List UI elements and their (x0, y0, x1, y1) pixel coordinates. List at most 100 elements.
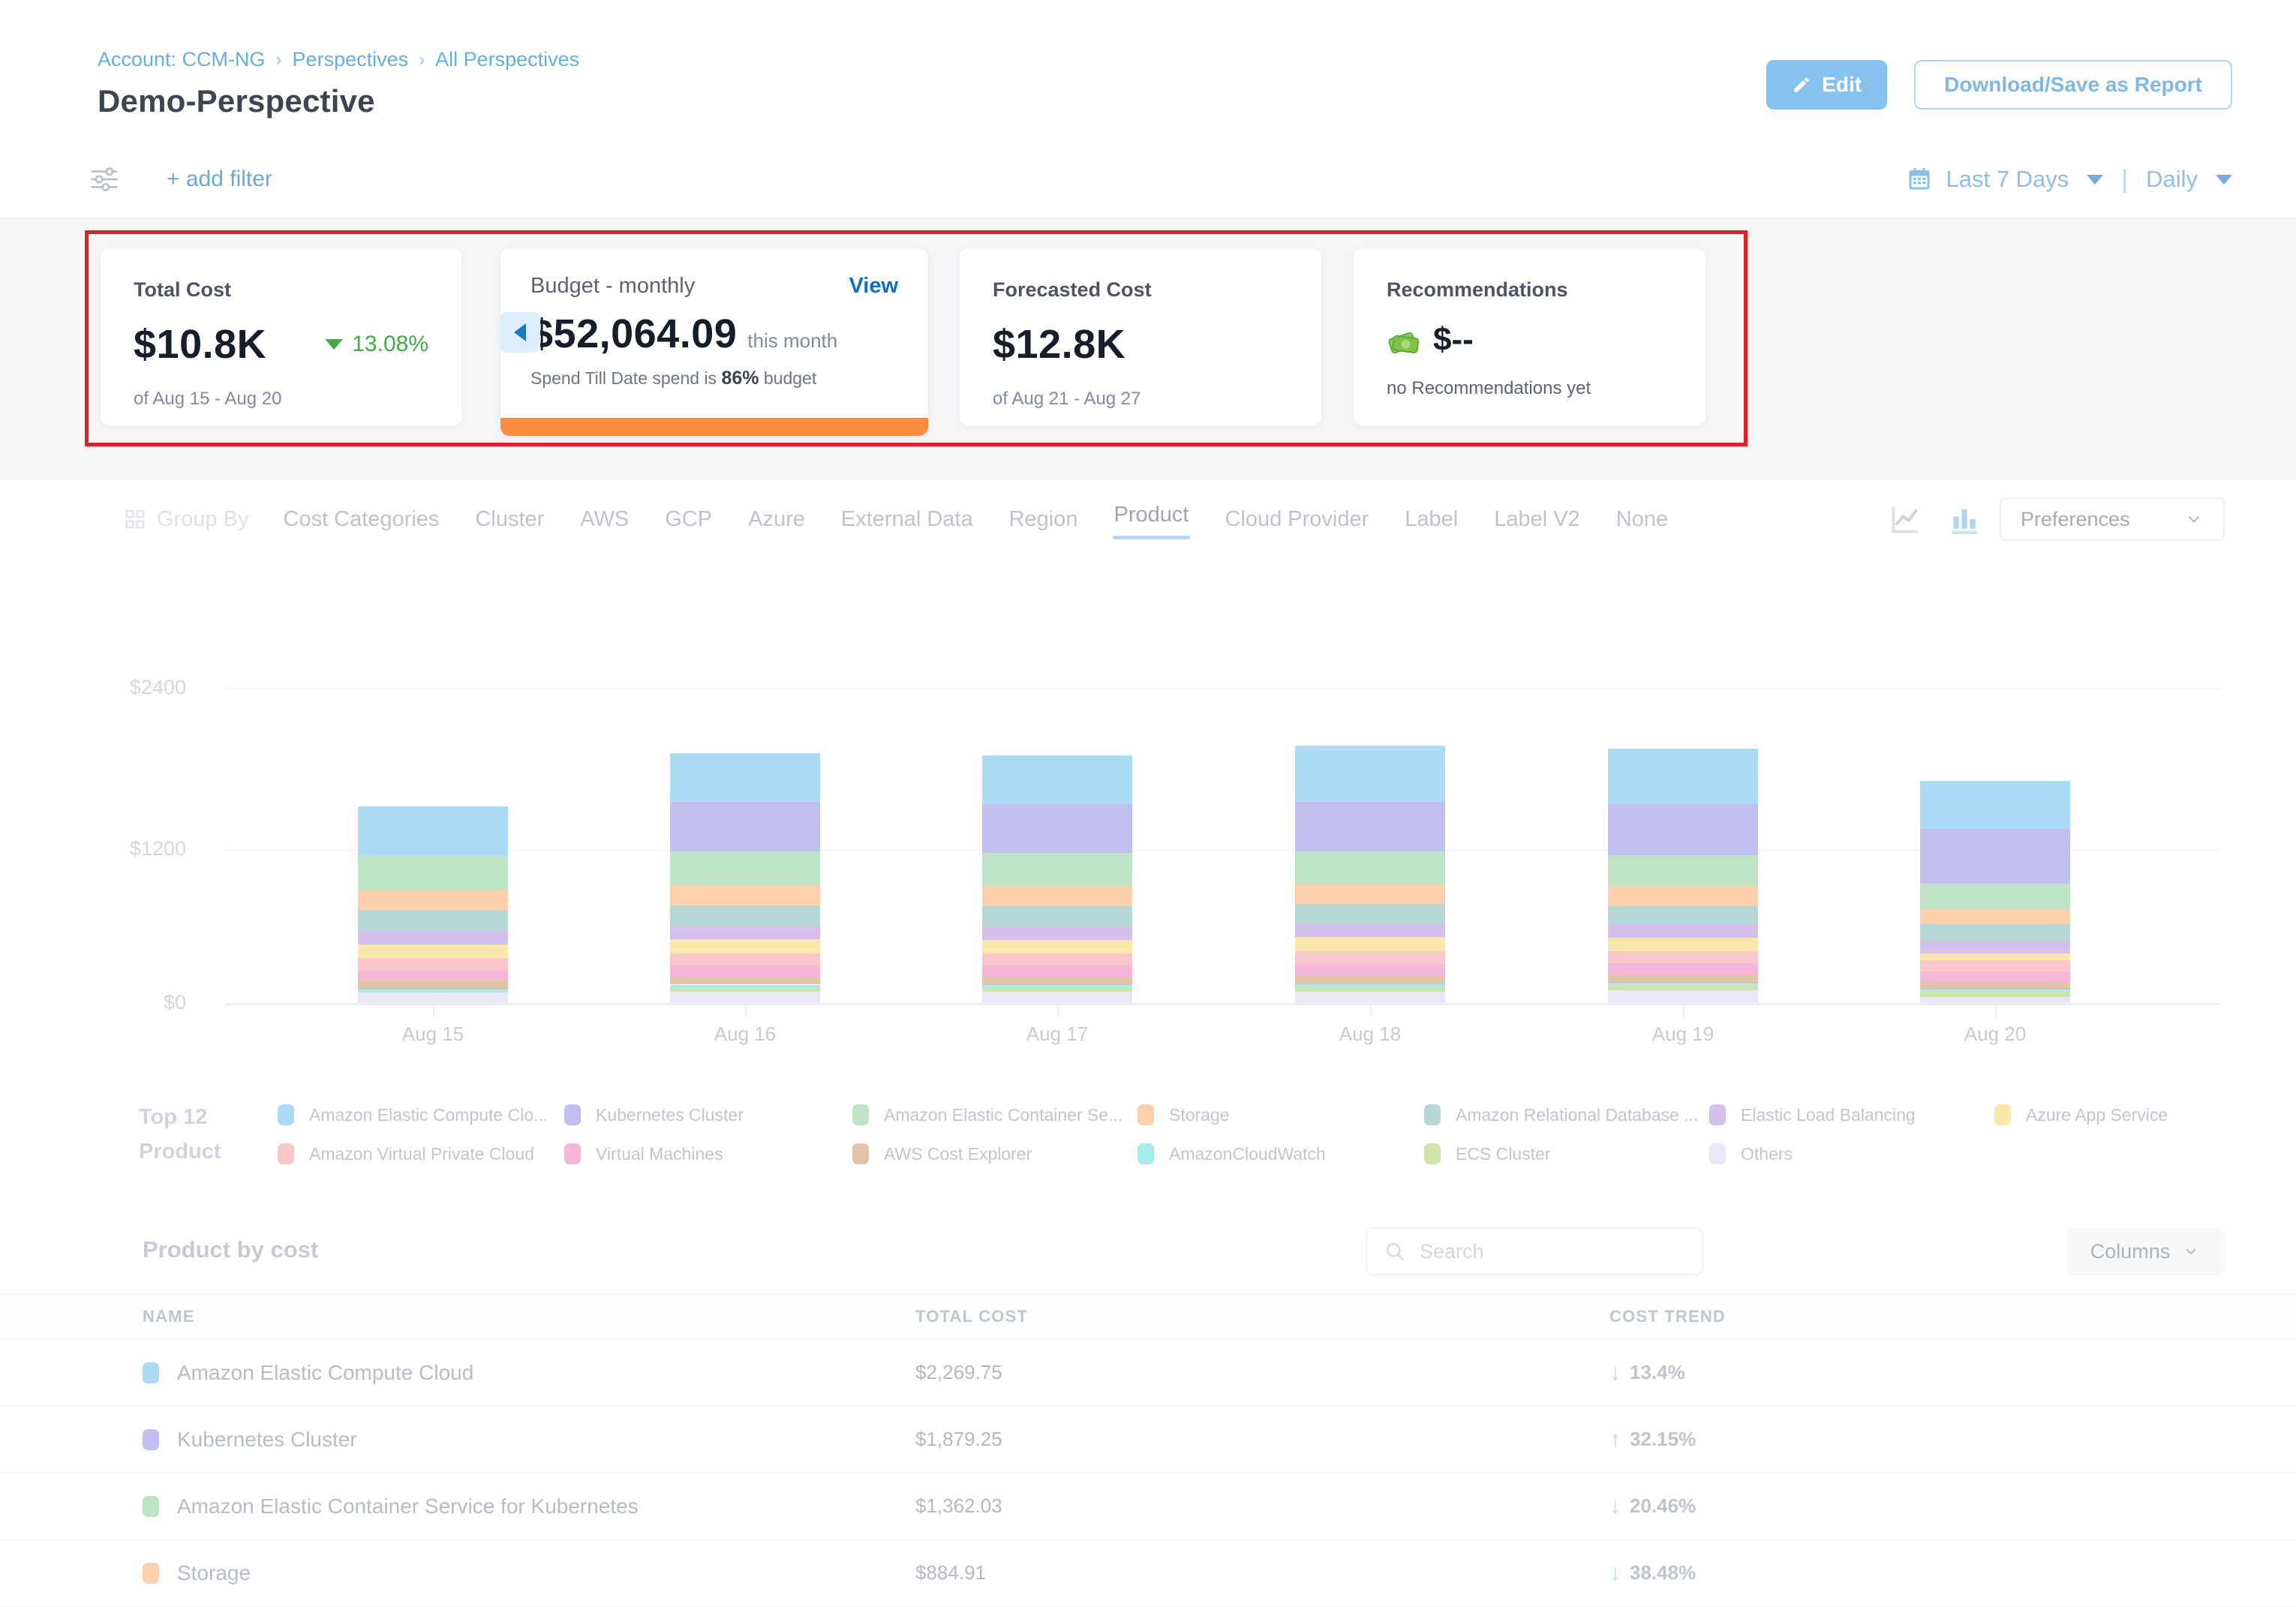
bar-segment[interactable] (1920, 982, 2070, 990)
bar-segment[interactable] (1920, 884, 2070, 909)
bar-segment[interactable] (670, 802, 820, 852)
column-header-total-cost[interactable]: TOTAL COST (915, 1307, 1609, 1326)
bar-segment[interactable] (982, 954, 1132, 966)
collapse-toggle-button[interactable] (500, 312, 540, 353)
bar-segment[interactable] (1295, 987, 1445, 992)
column-header-name[interactable]: NAME (143, 1307, 915, 1326)
legend-item[interactable]: Amazon Relational Database ... (1424, 1104, 1698, 1125)
filter-sliders-icon[interactable] (89, 165, 120, 194)
legend-item[interactable]: AmazonCloudWatch (1137, 1143, 1326, 1164)
bar-segment[interactable] (358, 980, 508, 990)
bar-segment[interactable] (1920, 972, 2070, 982)
legend-item[interactable]: Amazon Elastic Container Se... (852, 1104, 1122, 1125)
bar-segment[interactable] (982, 985, 1132, 988)
bar-segment[interactable] (1608, 963, 1758, 975)
legend-item[interactable]: Virtual Machines (564, 1143, 723, 1164)
bar-segment[interactable] (982, 755, 1132, 804)
bar-segment[interactable] (982, 940, 1132, 954)
bar-segment[interactable] (358, 930, 508, 945)
tab-cluster[interactable]: Cluster (473, 500, 545, 539)
bar-segment[interactable] (1608, 749, 1758, 804)
tab-region[interactable]: Region (1008, 500, 1080, 539)
bar-segment[interactable] (1920, 829, 2070, 884)
bar-chart-icon[interactable] (1948, 503, 1981, 536)
table-row[interactable]: Storage$884.91↓38.48% (0, 1540, 2296, 1607)
bar-segment[interactable] (670, 885, 820, 906)
legend-item[interactable]: Elastic Load Balancing (1709, 1104, 1916, 1125)
bar-segment[interactable] (1295, 852, 1445, 884)
breadcrumb-account[interactable]: Account: CCM-NG (98, 48, 266, 71)
bar-segment[interactable] (358, 970, 508, 981)
tab-azure[interactable]: Azure (747, 500, 807, 539)
bar-segment[interactable] (1295, 975, 1445, 984)
bar-segment[interactable] (1608, 951, 1758, 964)
bar-segment[interactable] (982, 886, 1132, 906)
bar-segment[interactable] (1920, 909, 2070, 924)
bar-segment[interactable] (1295, 924, 1445, 938)
bar-segment[interactable] (982, 966, 1132, 977)
tab-cost-categories[interactable]: Cost Categories (282, 500, 441, 539)
preferences-dropdown[interactable]: Preferences (2000, 497, 2225, 541)
granularity-dropdown[interactable]: Daily (2146, 166, 2198, 193)
bar-segment[interactable] (1608, 886, 1758, 906)
bar-segment[interactable] (1920, 960, 2070, 972)
legend-item[interactable]: Storage (1137, 1104, 1230, 1125)
bar-segment[interactable] (982, 906, 1132, 927)
bar-segment[interactable] (358, 990, 508, 993)
bar-segment[interactable] (358, 910, 508, 930)
bar-segment[interactable] (1608, 990, 1758, 1003)
legend-item[interactable]: Others (1709, 1143, 1793, 1164)
bar-segment[interactable] (1295, 937, 1445, 951)
column-header-cost-trend[interactable]: COST TREND (1609, 1307, 2296, 1326)
bar-segment[interactable] (982, 804, 1132, 854)
legend-item[interactable]: ECS Cluster (1424, 1143, 1551, 1164)
tab-cloud-provider[interactable]: Cloud Provider (1223, 500, 1370, 539)
tab-external-data[interactable]: External Data (840, 500, 975, 539)
bar-segment[interactable] (670, 992, 820, 1003)
bar-segment[interactable] (670, 954, 820, 966)
tab-label-v2[interactable]: Label V2 (1492, 500, 1582, 539)
columns-dropdown[interactable]: Columns (2066, 1227, 2225, 1275)
bar-segment[interactable] (1608, 984, 1758, 987)
bar-segment[interactable] (1920, 781, 2070, 829)
bar-segment[interactable] (1608, 975, 1758, 984)
legend-item[interactable]: Kubernetes Cluster (564, 1104, 744, 1125)
breadcrumb-perspectives[interactable]: Perspectives (293, 48, 409, 71)
bar-segment[interactable] (1920, 990, 2070, 992)
bar-segment[interactable] (1608, 855, 1758, 886)
tab-gcp[interactable]: GCP (663, 500, 714, 539)
bar-segment[interactable] (1295, 746, 1445, 802)
edit-button[interactable]: Edit (1766, 60, 1887, 110)
tab-product[interactable]: Product (1113, 495, 1191, 535)
bar-segment[interactable] (982, 988, 1132, 992)
bar-segment[interactable] (1920, 941, 2070, 954)
bar-segment[interactable] (1608, 986, 1758, 990)
bar-segment[interactable] (982, 977, 1132, 985)
bar-segment[interactable] (1920, 954, 2070, 960)
bar-segment[interactable] (358, 856, 508, 890)
bar-segment[interactable] (982, 927, 1132, 940)
tab-label[interactable]: Label (1403, 500, 1459, 539)
line-chart-icon[interactable] (1889, 503, 1922, 536)
bar-segment[interactable] (1295, 984, 1445, 987)
bar-segment[interactable] (358, 993, 508, 1003)
bar-segment[interactable] (358, 945, 508, 959)
bar-segment[interactable] (670, 966, 820, 977)
bar-segment[interactable] (982, 853, 1132, 886)
bar-segment[interactable] (1608, 938, 1758, 951)
bar-segment[interactable] (1295, 951, 1445, 964)
legend-item[interactable]: AWS Cost Explorer (852, 1143, 1032, 1164)
legend-item[interactable]: Amazon Elastic Compute Clo... (278, 1104, 548, 1125)
bar-segment[interactable] (982, 992, 1132, 1003)
tab-aws[interactable]: AWS (579, 500, 630, 539)
legend-item[interactable]: Azure App Service (1994, 1104, 2168, 1125)
bar-segment[interactable] (1295, 964, 1445, 975)
table-row[interactable]: Kubernetes Cluster$1,879.25↑32.15% (0, 1407, 2296, 1473)
search-input[interactable] (1418, 1239, 1685, 1264)
bar-segment[interactable] (1608, 924, 1758, 938)
download-save-report-button[interactable]: Download/Save as Report (1914, 60, 2232, 110)
bar-segment[interactable] (1295, 992, 1445, 1003)
bar-segment[interactable] (1295, 802, 1445, 852)
bar-segment[interactable] (1920, 992, 2070, 997)
legend-item[interactable]: Amazon Virtual Private Cloud (278, 1143, 534, 1164)
